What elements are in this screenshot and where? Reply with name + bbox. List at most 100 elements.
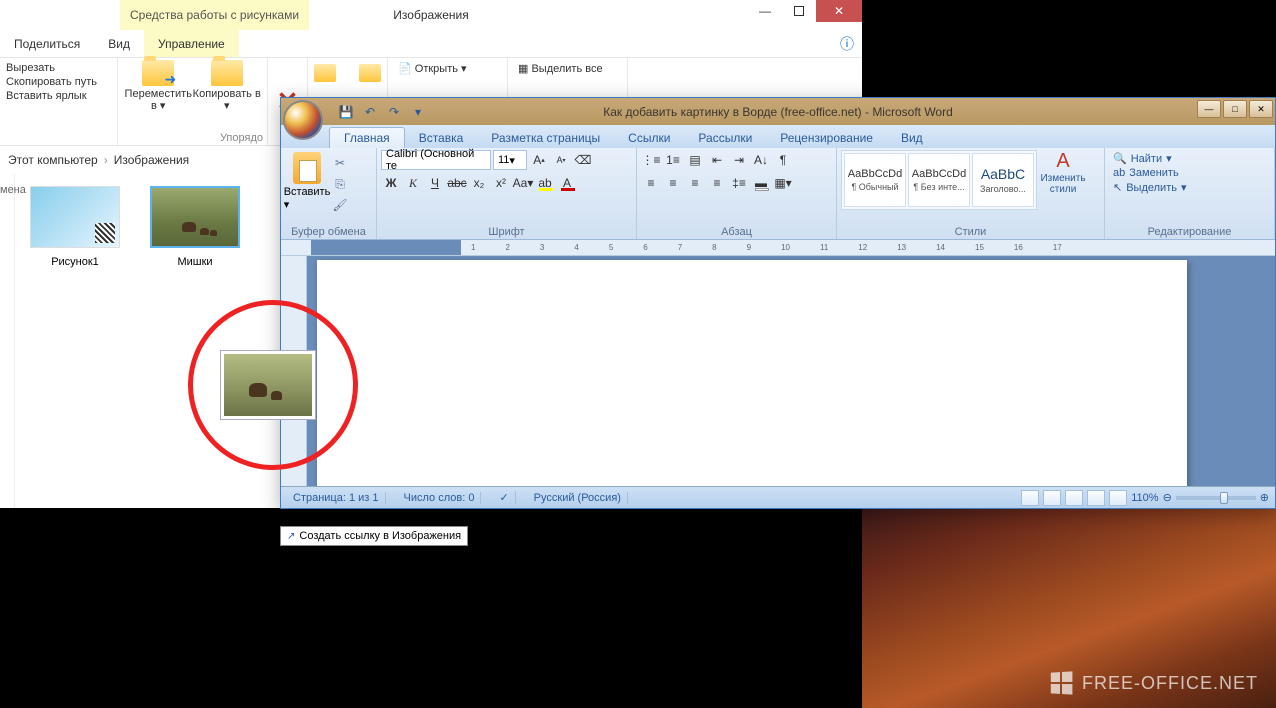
zoom-out-button[interactable]: ⊖ bbox=[1163, 491, 1172, 504]
maximize-button[interactable] bbox=[782, 0, 816, 22]
replace-button[interactable]: abЗаменить bbox=[1113, 167, 1266, 179]
open-button[interactable]: 📄 Открыть ▾ bbox=[398, 62, 497, 75]
copy-icon[interactable]: ⎘ bbox=[331, 175, 349, 193]
office-button[interactable] bbox=[283, 100, 323, 140]
maximize-button[interactable]: □ bbox=[1223, 100, 1247, 118]
align-right-button[interactable]: ≡ bbox=[685, 173, 705, 193]
align-left-button[interactable]: ≡ bbox=[641, 173, 661, 193]
copy-to-button[interactable]: Копировать в ▾ bbox=[193, 60, 262, 112]
save-icon[interactable]: 💾 bbox=[337, 103, 355, 121]
bullets-button[interactable]: ⋮≡ bbox=[641, 150, 661, 170]
new-folder-icon[interactable] bbox=[314, 64, 336, 82]
tab-share[interactable]: Поделиться bbox=[0, 30, 94, 57]
close-button[interactable]: ✕ bbox=[1249, 100, 1273, 118]
page-indicator[interactable]: Страница: 1 из 1 bbox=[287, 492, 386, 504]
line-spacing-button[interactable]: ‡≡ bbox=[729, 173, 749, 193]
superscript-button[interactable]: x² bbox=[491, 173, 511, 193]
explorer-titlebar[interactable]: Средства работы с рисунками Изображения … bbox=[0, 0, 862, 30]
select-all-button[interactable]: ▦ Выделить все bbox=[518, 62, 617, 75]
italic-button[interactable]: К bbox=[403, 173, 423, 193]
highlight-color-button[interactable]: ab bbox=[535, 173, 555, 193]
minimize-button[interactable]: — bbox=[1197, 100, 1221, 118]
tab-review[interactable]: Рецензирование bbox=[766, 128, 887, 148]
document-page[interactable] bbox=[317, 260, 1187, 490]
move-to-button[interactable]: ➜ Переместить в ▾ bbox=[124, 60, 193, 112]
strikethrough-button[interactable]: abc bbox=[447, 173, 467, 193]
redo-icon[interactable]: ↷ bbox=[385, 103, 403, 121]
format-painter-icon[interactable]: 🖌 bbox=[331, 196, 349, 214]
subscript-button[interactable]: x₂ bbox=[469, 173, 489, 193]
zoom-level[interactable]: 110% bbox=[1131, 492, 1158, 504]
word-statusbar: Страница: 1 из 1 Число слов: 0 ✓ Русский… bbox=[281, 486, 1275, 508]
tab-mailings[interactable]: Рассылки bbox=[684, 128, 766, 148]
change-case-button[interactable]: Aa▾ bbox=[513, 173, 533, 193]
breadcrumb-root[interactable]: Этот компьютер bbox=[8, 153, 98, 167]
file-name: Мишки bbox=[147, 256, 243, 268]
zoom-slider[interactable] bbox=[1176, 496, 1256, 500]
font-name-combo[interactable]: Calibri (Основной те bbox=[381, 150, 491, 170]
grow-font-icon[interactable]: A▴ bbox=[529, 150, 549, 170]
outline-view-button[interactable] bbox=[1087, 490, 1105, 506]
sort-button[interactable]: A↓ bbox=[751, 150, 771, 170]
style-normal[interactable]: AaBbCcDd ¶ Обычный bbox=[844, 153, 906, 207]
qat-more-icon[interactable]: ▾ bbox=[409, 103, 427, 121]
proofing-icon[interactable]: ✓ bbox=[493, 491, 515, 504]
fullscreen-view-button[interactable] bbox=[1043, 490, 1061, 506]
numbering-button[interactable]: 1≡ bbox=[663, 150, 683, 170]
tab-view[interactable]: Вид bbox=[94, 30, 144, 57]
folder-icon bbox=[211, 60, 243, 86]
help-icon[interactable]: ⓘ bbox=[840, 34, 854, 54]
shrink-font-icon[interactable]: A▾ bbox=[551, 150, 571, 170]
style-heading1[interactable]: AaBbC Заголово... bbox=[972, 153, 1034, 207]
multilevel-list-button[interactable]: ▤ bbox=[685, 150, 705, 170]
file-thumbnail[interactable]: Рисунок1 bbox=[27, 186, 123, 268]
cut-icon[interactable]: ✂ bbox=[331, 154, 349, 172]
minimize-button[interactable]: — bbox=[748, 0, 782, 22]
print-layout-view-button[interactable] bbox=[1021, 490, 1039, 506]
draft-view-button[interactable] bbox=[1109, 490, 1127, 506]
image-preview bbox=[150, 186, 240, 248]
select-button[interactable]: ↖Выделить ▾ bbox=[1113, 181, 1266, 194]
bold-button[interactable]: Ж bbox=[381, 173, 401, 193]
document-area[interactable] bbox=[281, 256, 1275, 486]
editing-group-label: Редактирование bbox=[1105, 226, 1274, 238]
copy-path-button[interactable]: Скопировать путь bbox=[6, 76, 111, 88]
styles-group-label: Стили bbox=[837, 226, 1104, 238]
file-thumbnail[interactable]: Мишки bbox=[147, 186, 243, 268]
horizontal-ruler[interactable]: 1234567891011121314151617 bbox=[281, 240, 1275, 256]
justify-button[interactable]: ≡ bbox=[707, 173, 727, 193]
tab-layout[interactable]: Разметка страницы bbox=[477, 128, 614, 148]
decrease-indent-button[interactable]: ⇤ bbox=[707, 150, 727, 170]
tab-references[interactable]: Ссылки bbox=[614, 128, 684, 148]
undo-icon[interactable]: ↶ bbox=[361, 103, 379, 121]
borders-button[interactable]: ▦▾ bbox=[773, 173, 793, 193]
style-no-spacing[interactable]: AaBbCcDd ¶ Без инте... bbox=[908, 153, 970, 207]
tab-manage[interactable]: Управление bbox=[144, 30, 239, 57]
web-layout-view-button[interactable] bbox=[1065, 490, 1083, 506]
clear-formatting-icon[interactable]: ⌫ bbox=[573, 150, 593, 170]
show-marks-button[interactable]: ¶ bbox=[773, 150, 793, 170]
close-button[interactable]: ✕ bbox=[816, 0, 862, 22]
language-indicator[interactable]: Русский (Россия) bbox=[528, 492, 628, 504]
font-color-button[interactable]: A bbox=[557, 173, 577, 193]
paste-shortcut-button[interactable]: Вставить ярлык bbox=[6, 90, 111, 102]
breadcrumb-folder[interactable]: Изображения bbox=[114, 153, 189, 167]
increase-indent-button[interactable]: ⇥ bbox=[729, 150, 749, 170]
cut-button[interactable]: Вырезать bbox=[6, 62, 111, 74]
align-center-button[interactable]: ≡ bbox=[663, 173, 683, 193]
change-styles-button[interactable]: A Изменить стили bbox=[1039, 150, 1087, 195]
paste-button[interactable]: Вставить ▾ bbox=[285, 150, 329, 211]
tab-view[interactable]: Вид bbox=[887, 128, 937, 148]
shading-button[interactable]: ▬ bbox=[751, 173, 771, 193]
word-titlebar[interactable]: 💾 ↶ ↷ ▾ Как добавить картинку в Ворде (f… bbox=[281, 98, 1275, 125]
zoom-in-button[interactable]: ⊕ bbox=[1260, 491, 1269, 504]
word-count[interactable]: Число слов: 0 bbox=[398, 492, 482, 504]
tab-insert[interactable]: Вставка bbox=[405, 128, 478, 148]
tab-home[interactable]: Главная bbox=[329, 127, 405, 148]
styles-gallery[interactable]: AaBbCcDd ¶ Обычный AaBbCcDd ¶ Без инте..… bbox=[841, 150, 1037, 210]
underline-button[interactable]: Ч bbox=[425, 173, 445, 193]
font-size-combo[interactable]: 11 ▾ bbox=[493, 150, 527, 170]
folder-icon[interactable] bbox=[359, 64, 381, 82]
find-button[interactable]: 🔍Найти ▾ bbox=[1113, 152, 1266, 165]
explorer-sidebar[interactable]: мена bbox=[0, 174, 15, 508]
